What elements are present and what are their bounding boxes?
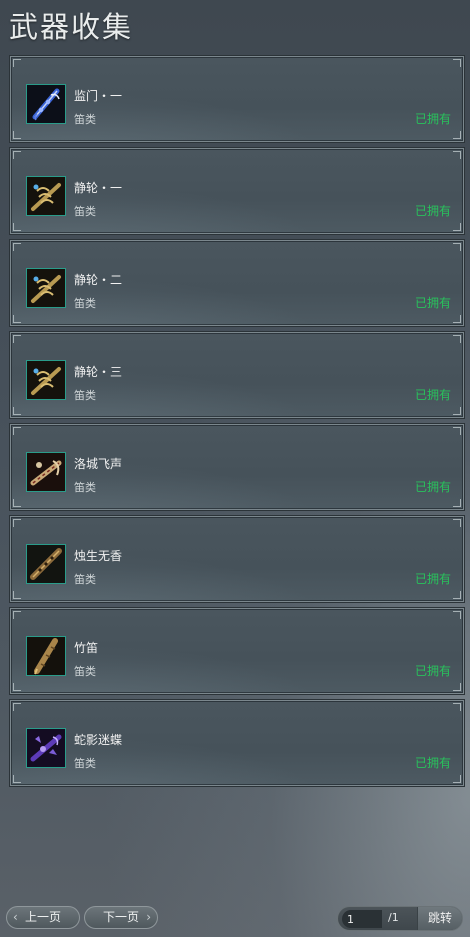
weapon-category: 笛类 (74, 757, 96, 770)
prev-page-button[interactable]: ‹ 上一页 (6, 906, 80, 929)
corner-ornament (453, 775, 461, 783)
corner-ornament (13, 243, 21, 251)
bamboo-flute-icon (26, 636, 66, 676)
corner-ornament (453, 59, 461, 67)
owned-status: 已拥有 (414, 756, 451, 770)
owned-status: 已拥有 (414, 204, 451, 218)
corner-ornament (13, 703, 21, 711)
corner-ornament (13, 223, 21, 231)
weapon-category: 笛类 (74, 205, 96, 218)
weapon-card[interactable]: 监门・一 笛类 已拥有 (9, 55, 465, 143)
owned-status: 已拥有 (414, 572, 451, 586)
weapon-card[interactable]: 静轮・二 笛类 已拥有 (9, 239, 465, 327)
golden-claw-flute-icon (26, 360, 66, 400)
corner-ornament (13, 499, 21, 507)
weapon-list: 监门・一 笛类 已拥有 静轮・一 笛类 已拥有 静轮・二 笛类 已拥有 静轮・三… (9, 55, 465, 792)
page-title: 武器收集 (9, 10, 134, 44)
corner-ornament (453, 591, 461, 599)
red-tassel-flute-icon (26, 452, 66, 492)
weapon-name: 静轮・二 (74, 273, 123, 287)
weapon-name: 静轮・一 (74, 181, 123, 195)
corner-ornament (453, 315, 461, 323)
corner-ornament (13, 131, 21, 139)
corner-ornament (453, 703, 461, 711)
blue-silver-flute-icon (26, 84, 66, 124)
corner-ornament (13, 591, 21, 599)
corner-ornament (453, 131, 461, 139)
page-jump-control: /1 跳转 (337, 906, 463, 931)
corner-ornament (453, 499, 461, 507)
bronze-flute-icon (26, 544, 66, 584)
weapon-card[interactable]: 烛生无香 笛类 已拥有 (9, 515, 465, 603)
weapon-category: 笛类 (74, 573, 96, 586)
purple-serpent-flute-icon (26, 728, 66, 768)
next-page-label: 下一页 (102, 910, 139, 924)
weapon-category: 笛类 (74, 389, 96, 402)
weapon-category: 笛类 (74, 665, 96, 678)
weapon-card[interactable]: 蛇影迷蝶 笛类 已拥有 (9, 699, 465, 787)
golden-claw-flute-icon (26, 268, 66, 308)
weapon-name: 洛城飞声 (74, 457, 123, 471)
corner-ornament (13, 335, 21, 343)
corner-ornament (453, 223, 461, 231)
page-total: /1 (388, 911, 399, 924)
owned-status: 已拥有 (414, 296, 451, 310)
weapon-name: 竹笛 (74, 641, 99, 655)
owned-status: 已拥有 (414, 388, 451, 402)
weapon-name: 蛇影迷蝶 (74, 733, 123, 747)
weapon-card[interactable]: 洛城飞声 笛类 已拥有 (9, 423, 465, 511)
corner-ornament (13, 611, 21, 619)
corner-ornament (13, 427, 21, 435)
next-page-button[interactable]: 下一页 › (84, 906, 158, 929)
prev-page-label: 上一页 (24, 910, 61, 924)
weapon-category: 笛类 (74, 481, 96, 494)
corner-ornament (13, 407, 21, 415)
chevron-left-icon: ‹ (13, 910, 18, 924)
corner-ornament (453, 243, 461, 251)
corner-ornament (453, 427, 461, 435)
corner-ornament (453, 407, 461, 415)
golden-claw-flute-icon (26, 176, 66, 216)
corner-ornament (453, 335, 461, 343)
corner-ornament (13, 775, 21, 783)
corner-ornament (453, 683, 461, 691)
corner-ornament (13, 519, 21, 527)
corner-ornament (13, 683, 21, 691)
weapon-name: 烛生无香 (74, 549, 123, 563)
corner-ornament (13, 151, 21, 159)
owned-status: 已拥有 (414, 480, 451, 494)
owned-status: 已拥有 (414, 664, 451, 678)
corner-ornament (453, 611, 461, 619)
corner-ornament (453, 151, 461, 159)
weapon-name: 静轮・三 (74, 365, 123, 379)
corner-ornament (13, 59, 21, 67)
corner-ornament (453, 519, 461, 527)
weapon-card[interactable]: 竹笛 笛类 已拥有 (9, 607, 465, 695)
chevron-right-icon: › (146, 910, 151, 924)
owned-status: 已拥有 (414, 112, 451, 126)
weapon-name: 监门・一 (74, 89, 123, 103)
weapon-card[interactable]: 静轮・一 笛类 已拥有 (9, 147, 465, 235)
weapon-card[interactable]: 静轮・三 笛类 已拥有 (9, 331, 465, 419)
page-number-input[interactable] (342, 910, 382, 928)
weapon-category: 笛类 (74, 113, 96, 126)
weapon-category: 笛类 (74, 297, 96, 310)
jump-button[interactable]: 跳转 (417, 907, 462, 930)
corner-ornament (13, 315, 21, 323)
